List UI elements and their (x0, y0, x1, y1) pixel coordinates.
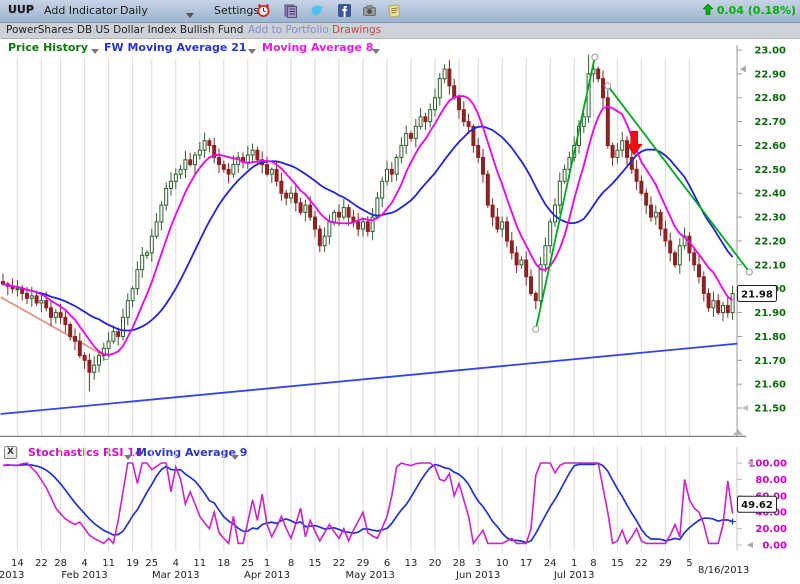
x-tick-label: 4 (165, 558, 187, 569)
svg-text:21.80: 21.80 (754, 332, 786, 343)
drawings-link[interactable]: Drawings (332, 24, 381, 36)
price-change-readout: 0.04 (0.18%) (703, 4, 796, 18)
x-tick-label: 11 (189, 558, 211, 569)
svg-text:0.00: 0.00 (762, 541, 787, 552)
svg-text:22.60: 22.60 (754, 141, 786, 152)
x-tick-label: 22 (328, 558, 350, 569)
price-axis-labels: 23.00 22.90 22.80 22.70 22.60 22.50 22.40 22.30… (737, 46, 786, 415)
svg-text:80.00: 80.00 (755, 475, 787, 486)
news-icon[interactable] (283, 3, 298, 18)
subtitle-bar: PowerShares DB US Dollar Index Bullish F… (0, 23, 800, 39)
x-tick-label: 1 (256, 558, 278, 569)
svg-text:49.62: 49.62 (741, 500, 773, 511)
x-tick-label: 14 (6, 558, 28, 569)
svg-text:22.20: 22.20 (754, 236, 786, 247)
add-to-portfolio-link[interactable]: Add to Portfolio (248, 24, 329, 36)
svg-text:20.00: 20.00 (755, 524, 787, 535)
ticker-symbol: UUP (8, 3, 34, 16)
settings-button[interactable]: Settings (214, 4, 259, 17)
svg-text:22.50: 22.50 (754, 165, 786, 176)
svg-text:22.80: 22.80 (754, 93, 786, 104)
twitter-icon[interactable] (310, 3, 325, 18)
fund-name: PowerShares DB US Dollar Index Bullish F… (6, 24, 243, 36)
drawing-green-trendline (536, 57, 595, 329)
x-tick-label: 6 (376, 558, 398, 569)
x-tick-label: 29 (654, 558, 676, 569)
period-select[interactable]: Daily (120, 4, 148, 17)
x-tick-label: 18 (213, 558, 235, 569)
svg-text:22.30: 22.30 (754, 213, 786, 224)
indicator-chart-canvas[interactable]: 100.0080.0060.0040.0020.000.0049.62 (0, 444, 800, 557)
svg-text:21.60: 21.60 (754, 380, 786, 391)
x-month-label: Jun 2013 (448, 570, 508, 581)
x-tick-label: 3 (467, 558, 489, 569)
x-month-label: Feb 2013 (55, 570, 115, 581)
price-chart-canvas[interactable]: 23.00 22.90 22.80 22.70 22.60 22.50 22.40 22.30… (0, 42, 800, 437)
svg-text:23.00: 23.00 (754, 46, 786, 57)
camera-icon[interactable] (362, 3, 377, 18)
toolbar: UUP Add Indicator Daily Settings 0.04 (0… (0, 0, 800, 23)
x-tick-label: 15 (606, 558, 628, 569)
x-tick-label: 8 (280, 558, 302, 569)
up-arrow-icon (703, 4, 713, 18)
alarm-clock-icon[interactable] (256, 3, 271, 18)
svg-text:22.10: 22.10 (754, 260, 786, 271)
x-tick-label: 11 (98, 558, 120, 569)
svg-text:22.90: 22.90 (754, 69, 786, 80)
change-text: 0.04 (0.18%) (717, 4, 796, 17)
axis-marker (740, 66, 746, 73)
svg-text:22.40: 22.40 (754, 189, 786, 200)
x-month-label: Jul 2013 (544, 570, 604, 581)
svg-text:21.90: 21.90 (754, 308, 786, 319)
notes-icon[interactable] (387, 3, 402, 18)
x-tick-label: 28 (50, 558, 72, 569)
x-month-label: May 2013 (340, 570, 400, 581)
x-tick-label: 13 (400, 558, 422, 569)
last-point-marker (730, 519, 736, 525)
x-tick-label: 15 (304, 558, 326, 569)
x-tick-label: 4 (74, 558, 96, 569)
collapse-arrow-icon (733, 429, 743, 435)
svg-text:22.70: 22.70 (754, 117, 786, 128)
end-date-label: 8/16/2013 (698, 565, 746, 576)
x-tick-label: 24 (539, 558, 561, 569)
svg-text:21.50: 21.50 (754, 404, 786, 415)
add-indicator-button[interactable]: Add Indicator (44, 4, 117, 17)
candles (2, 55, 735, 392)
chevron-down-icon[interactable] (186, 13, 194, 18)
x-tick-label: 10 (491, 558, 513, 569)
x-month-label: Mar 2013 (146, 570, 206, 581)
x-tick-label: 29 (352, 558, 374, 569)
x-tick-label: 17 (515, 558, 537, 569)
x-axis: 1422284111925411182518152229613202831017… (0, 557, 800, 584)
x-tick-label: 25 (141, 558, 163, 569)
x-tick-label: 20 (424, 558, 446, 569)
axis-marker (742, 405, 748, 412)
drawing-green-trendline (608, 86, 750, 272)
svg-text:100.00: 100.00 (748, 459, 787, 470)
svg-text:21.70: 21.70 (754, 356, 786, 367)
x-tick-label: 8 (582, 558, 604, 569)
x-month-label: Apr 2013 (237, 570, 297, 581)
x-tick-label: 22 (630, 558, 652, 569)
charting-app: UUP Add Indicator Daily Settings 0.04 (0… (0, 0, 800, 584)
x-month-label: 2013 (0, 570, 42, 581)
facebook-icon[interactable] (337, 3, 352, 18)
drawing-drawing_salmon (1, 297, 107, 357)
svg-text:21.98: 21.98 (741, 289, 773, 300)
stochastics-line (3, 463, 733, 543)
